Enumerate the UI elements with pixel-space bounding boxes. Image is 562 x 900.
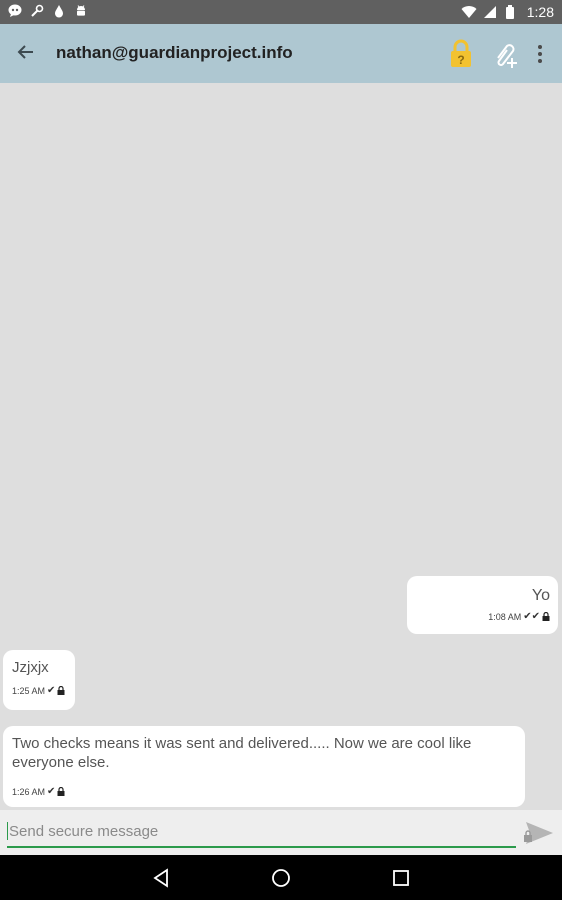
back-button[interactable] xyxy=(8,36,44,72)
check-icon: ✔ xyxy=(47,685,56,696)
overflow-menu-icon xyxy=(538,45,542,49)
message-input[interactable] xyxy=(9,819,509,843)
message-input-wrapper xyxy=(7,816,516,848)
nav-recents-icon xyxy=(390,870,412,893)
android-icon xyxy=(74,4,88,18)
text-cursor xyxy=(7,822,8,840)
message-text: Yo xyxy=(531,587,550,604)
wrench-icon xyxy=(30,4,44,18)
message-time: 1:08 AM xyxy=(488,611,522,622)
message-time: 1:25 AM xyxy=(12,685,46,696)
encryption-status-button[interactable]: ? xyxy=(448,38,474,70)
message-meta: 1:25 AM ✔ xyxy=(12,685,67,696)
attach-add-icon xyxy=(490,44,520,74)
attach-button[interactable] xyxy=(490,38,520,70)
status-bar: 1:28 xyxy=(0,0,562,24)
send-icon xyxy=(522,822,556,852)
message-list[interactable]: Yo 1:08 AM ✔✔ Jzjxjx 1:25 AM ✔ Two check… xyxy=(0,83,562,810)
send-button[interactable] xyxy=(522,818,556,848)
message-bubble-incoming[interactable]: Jzjxjx 1:25 AM ✔ xyxy=(3,650,75,710)
message-time: 1:26 AM xyxy=(12,786,46,797)
signal-icon xyxy=(483,5,497,19)
conversation-title: nathan@guardianproject.info xyxy=(56,43,293,62)
message-bubble-outgoing[interactable]: Yo 1:08 AM ✔✔ xyxy=(407,576,558,634)
composer-bar xyxy=(0,810,562,855)
nav-back-button[interactable] xyxy=(150,867,172,889)
water-drop-icon xyxy=(52,4,66,18)
arrow-back-icon xyxy=(16,42,36,67)
chat-bubble-icon xyxy=(8,4,22,18)
nav-back-icon xyxy=(150,868,172,893)
wifi-icon xyxy=(461,5,477,19)
message-text: Two checks means it was sent and deliver… xyxy=(12,735,472,771)
nav-home-icon xyxy=(270,869,292,893)
battery-icon xyxy=(505,5,519,19)
lock-unverified-icon: ? xyxy=(448,39,474,74)
check-icon: ✔ xyxy=(47,786,56,797)
notification-icons xyxy=(8,4,88,18)
overflow-menu-button[interactable] xyxy=(530,38,550,70)
lock-icon xyxy=(57,685,65,695)
message-text: Jzjxjx xyxy=(12,659,49,676)
lock-icon xyxy=(542,611,550,621)
double-check-icon: ✔✔ xyxy=(523,611,540,622)
message-meta: 1:08 AM ✔✔ xyxy=(416,611,550,622)
svg-text:?: ? xyxy=(457,53,464,67)
app-bar: nathan@guardianproject.info ? xyxy=(0,24,562,83)
message-meta: 1:26 AM ✔ xyxy=(12,786,517,797)
lock-icon xyxy=(57,786,65,796)
nav-home-button[interactable] xyxy=(270,867,292,889)
system-nav-bar xyxy=(0,855,562,900)
nav-recents-button[interactable] xyxy=(390,867,412,889)
message-bubble-incoming[interactable]: Two checks means it was sent and deliver… xyxy=(3,726,525,807)
status-time: 1:28 xyxy=(526,4,554,20)
system-status: 1:28 xyxy=(461,4,554,20)
